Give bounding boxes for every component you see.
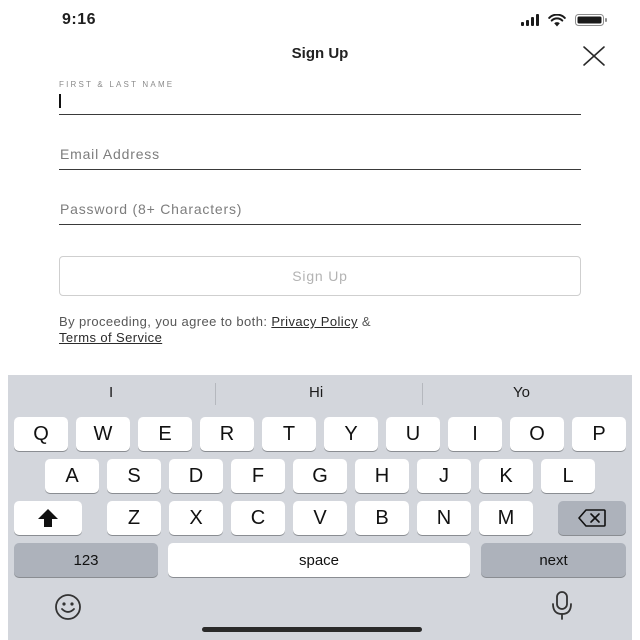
emoji-icon[interactable] [54, 593, 82, 621]
key-k[interactable]: K [479, 459, 533, 493]
key-w[interactable]: W [76, 417, 130, 451]
key-s[interactable]: S [107, 459, 161, 493]
legal-text: By proceeding, you agree to both: [59, 314, 272, 329]
key-y[interactable]: Y [324, 417, 378, 451]
key-g[interactable]: G [293, 459, 347, 493]
status-time: 9:16 [62, 11, 97, 28]
backspace-key[interactable] [558, 501, 626, 535]
cellular-signal-icon [521, 14, 539, 26]
key-d[interactable]: D [169, 459, 223, 493]
terms-of-service-link[interactable]: Terms of Service [59, 330, 162, 345]
key-o[interactable]: O [510, 417, 564, 451]
sign-up-button[interactable]: Sign Up [59, 256, 581, 296]
password-field[interactable]: Password (8+ Characters) [59, 195, 581, 225]
key-j[interactable]: J [417, 459, 471, 493]
key-r[interactable]: R [200, 417, 254, 451]
email-field-underline [59, 169, 581, 170]
password-field-underline [59, 224, 581, 225]
onscreen-keyboard: I Hi Yo Q W E R T Y U I O P A S D F G H … [8, 375, 632, 640]
name-field[interactable]: FIRST & LAST NAME [59, 80, 581, 115]
name-field-underline [59, 114, 581, 115]
legal-notice: By proceeding, you agree to both: Privac… [59, 314, 589, 346]
text-cursor [59, 94, 61, 108]
key-m[interactable]: M [479, 501, 533, 535]
key-f[interactable]: F [231, 459, 285, 493]
key-n[interactable]: N [417, 501, 471, 535]
password-placeholder: Password (8+ Characters) [60, 201, 243, 217]
space-key[interactable]: space [168, 543, 470, 577]
key-e[interactable]: E [138, 417, 192, 451]
shift-key[interactable] [14, 501, 82, 535]
suggestion-2[interactable]: Hi [309, 384, 323, 401]
key-t[interactable]: T [262, 417, 316, 451]
key-l[interactable]: L [541, 459, 595, 493]
suggestion-divider [215, 383, 216, 405]
privacy-policy-link[interactable]: Privacy Policy [271, 314, 358, 329]
navigation-header: Sign Up [8, 40, 632, 70]
status-icons [521, 13, 608, 27]
email-placeholder: Email Address [60, 146, 160, 162]
key-a[interactable]: A [45, 459, 99, 493]
shift-icon [38, 509, 58, 527]
key-z[interactable]: Z [107, 501, 161, 535]
page-title: Sign Up [291, 45, 349, 62]
microphone-icon[interactable] [551, 591, 573, 621]
battery-icon [575, 14, 607, 26]
next-key[interactable]: next [481, 543, 626, 577]
key-x[interactable]: X [169, 501, 223, 535]
wifi-icon [548, 13, 566, 26]
backspace-icon [578, 509, 606, 527]
status-bar: 9:16 [8, 0, 632, 40]
name-field-label: FIRST & LAST NAME [59, 80, 175, 89]
key-u[interactable]: U [386, 417, 440, 451]
suggestion-1[interactable]: I [109, 384, 113, 401]
key-b[interactable]: B [355, 501, 409, 535]
key-c[interactable]: C [231, 501, 285, 535]
key-h[interactable]: H [355, 459, 409, 493]
key-i[interactable]: I [448, 417, 502, 451]
suggestion-3[interactable]: Yo [513, 384, 530, 401]
legal-joiner: & [357, 314, 371, 329]
key-q[interactable]: Q [14, 417, 68, 451]
suggestion-divider [422, 383, 423, 405]
home-indicator[interactable] [202, 627, 422, 632]
signup-screen: 9:16 Sign Up FIRST & LAST NAME Email Add… [8, 0, 632, 640]
email-field[interactable]: Email Address [59, 140, 581, 170]
key-p[interactable]: P [572, 417, 626, 451]
numbers-key[interactable]: 123 [14, 543, 158, 577]
key-v[interactable]: V [293, 501, 347, 535]
suggestion-bar: I Hi Yo [8, 375, 632, 412]
close-icon[interactable] [582, 44, 606, 68]
